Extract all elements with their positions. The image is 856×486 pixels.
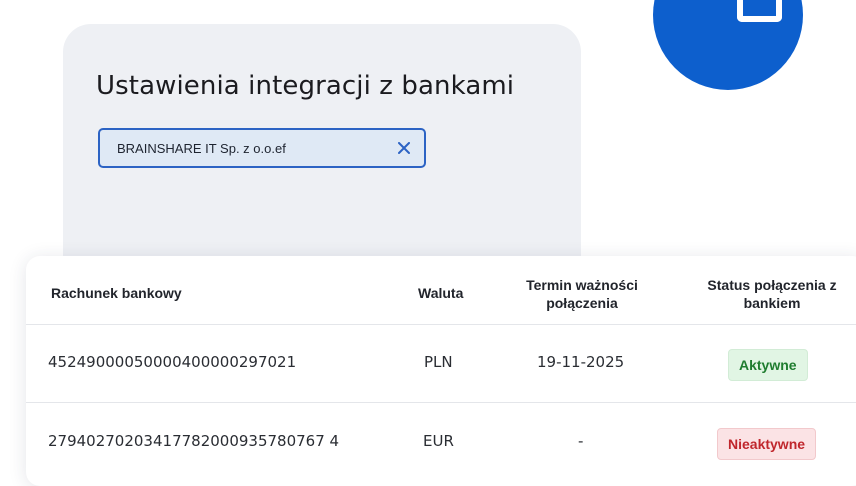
currency: EUR	[423, 432, 454, 450]
column-header-account: Rachunek bankowy	[51, 285, 182, 301]
table-header: Rachunek bankowy Waluta Termin ważności …	[26, 256, 856, 325]
company-select[interactable]: BRAINSHARE IT Sp. z o.o.ef	[98, 128, 426, 168]
account-number: 27940270203417782000935780767 4	[48, 432, 340, 450]
page-title: Ustawienia integracji z bankami	[96, 71, 515, 101]
close-icon[interactable]	[397, 141, 411, 155]
company-select-value: BRAINSHARE IT Sp. z o.o.ef	[117, 140, 286, 156]
brand-badge	[653, 0, 803, 90]
column-header-currency: Waluta	[418, 285, 464, 301]
column-header-expiry: Termin ważności połączenia	[526, 277, 638, 311]
table-row[interactable]: 45249000050000400000297021 PLN 19-11-202…	[26, 324, 856, 403]
account-number: 45249000050000400000297021	[48, 353, 297, 371]
table-row[interactable]: 27940270203417782000935780767 4 EUR - Ni…	[26, 403, 856, 481]
expiry-date: -	[578, 432, 584, 450]
currency: PLN	[424, 353, 453, 371]
expiry-date: 19-11-2025	[537, 353, 625, 371]
bank-integration-settings-card: Ustawienia integracji z bankami BRAINSHA…	[63, 24, 581, 284]
column-header-status: Status połączenia z bankiem	[707, 277, 837, 311]
bank-accounts-table: Rachunek bankowy Waluta Termin ważności …	[26, 256, 856, 486]
status-badge: Nieaktywne	[717, 428, 817, 460]
window-square-icon	[737, 0, 782, 22]
status-badge: Aktywne	[728, 349, 808, 381]
